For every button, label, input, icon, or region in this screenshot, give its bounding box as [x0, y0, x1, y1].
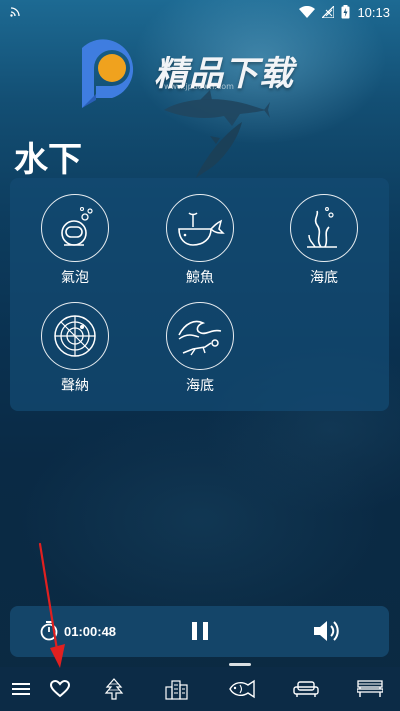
category-label: 海底 [310, 270, 338, 286]
battery-icon [341, 5, 350, 19]
tree-icon [104, 678, 124, 700]
city-icon [165, 680, 188, 700]
whale-icon [178, 212, 225, 246]
status-time: 10:13 [357, 4, 390, 20]
cast-icon [10, 5, 22, 20]
bench-icon [357, 680, 383, 697]
menu-icon [12, 683, 30, 695]
pause-icon [192, 622, 208, 640]
category-label: 氣泡 [61, 270, 89, 286]
nav-underwater[interactable] [228, 677, 256, 701]
drag-handle[interactable] [229, 663, 251, 666]
diver-wave-icon [178, 320, 222, 356]
annotation-arrow-icon [38, 542, 65, 668]
status-bar: 10:13 [0, 0, 400, 24]
category-seabed[interactable]: 海底 [269, 194, 379, 287]
dolphin-image-2 [196, 122, 242, 178]
wifi-icon [299, 6, 316, 18]
sofa-icon [293, 681, 319, 697]
timer-text: 01:00:48 [64, 623, 117, 639]
nav-home[interactable] [292, 677, 320, 701]
no-signal-icon [322, 6, 335, 18]
seaweed-icon [307, 207, 337, 248]
category-label: 海底 [186, 378, 214, 394]
category-seabed-diver[interactable]: 海底 [145, 302, 255, 395]
category-bubbles[interactable]: 氣泡 [20, 194, 130, 287]
volume-icon [314, 621, 339, 641]
nav-forest[interactable] [101, 677, 127, 701]
pause-button[interactable] [188, 619, 212, 643]
logo-p-icon [82, 39, 134, 109]
nav-city[interactable] [164, 677, 190, 701]
category-whale[interactable]: 鯨魚 [145, 194, 255, 287]
volume-button[interactable] [312, 618, 342, 644]
category-sonar[interactable]: 聲納 [20, 302, 130, 395]
nav-park[interactable] [356, 677, 384, 701]
heart-icon [50, 680, 70, 698]
sound-category-panel: 氣泡 鯨魚 海底 聲納 海底 [10, 178, 389, 411]
fish-icon [229, 679, 255, 699]
category-label: 聲納 [61, 378, 89, 394]
bottom-nav [0, 667, 400, 711]
sonar-icon [54, 315, 96, 357]
nav-menu[interactable] [8, 677, 34, 701]
nav-favorites[interactable] [47, 677, 73, 701]
diver-helmet-bubbles-icon [61, 206, 93, 246]
page-title: 水下 [14, 140, 82, 180]
category-label: 鯨魚 [186, 270, 214, 286]
